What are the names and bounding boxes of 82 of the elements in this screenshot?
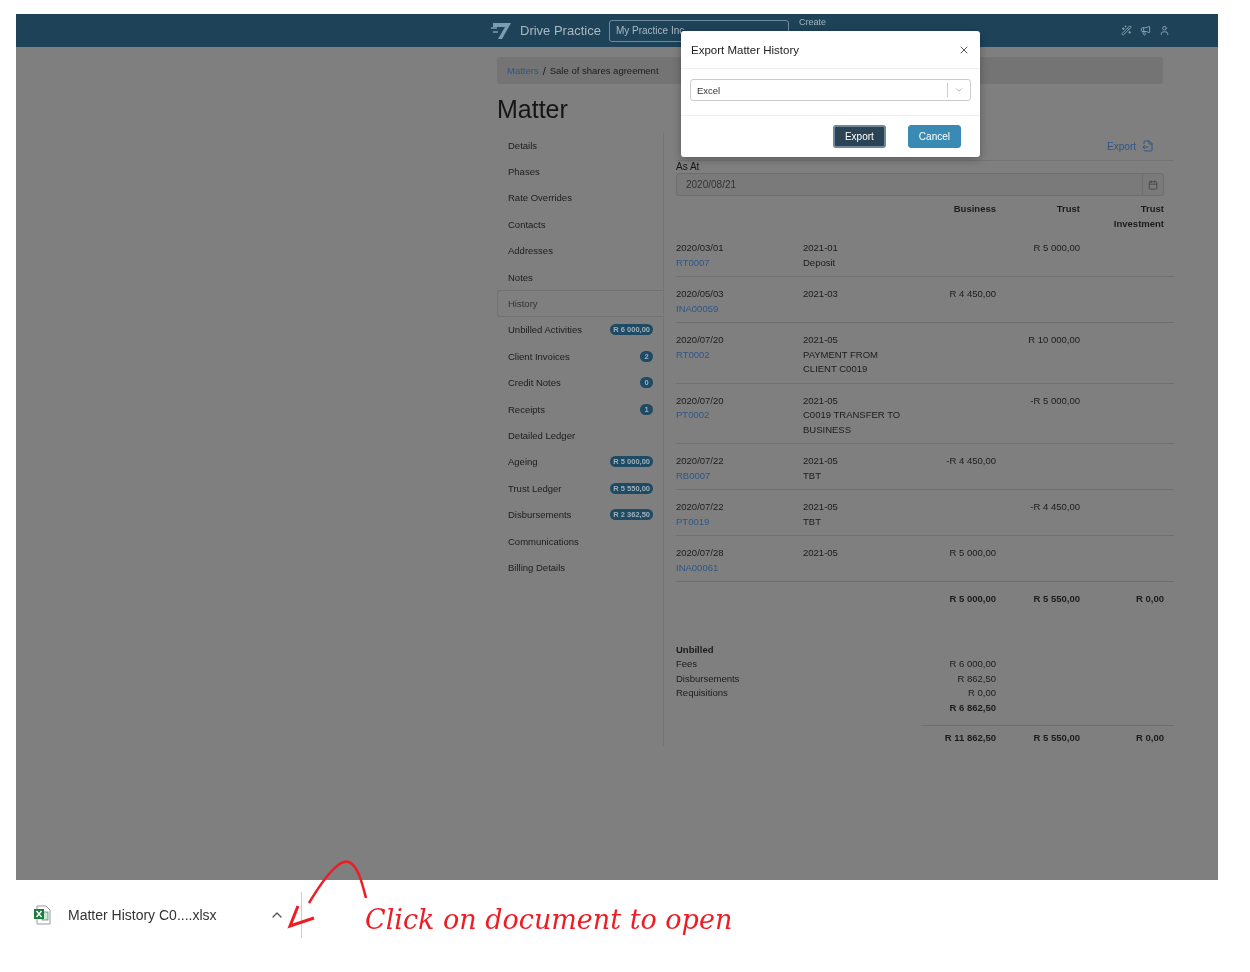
description-text: PAYMENT FROM	[803, 347, 879, 362]
period-text: 2021-03	[803, 287, 839, 301]
sidebar-item[interactable]: Communications	[497, 527, 663, 555]
date-text: 2020/07/20	[676, 333, 725, 347]
amount-text: -R 4 450,00	[1030, 501, 1080, 512]
column-header: Business	[953, 202, 996, 216]
unbilled-total: R 6 862,50	[949, 700, 996, 715]
description-text: BUSINESS	[803, 422, 853, 437]
sidebar-item[interactable]: Rate Overrides	[497, 184, 663, 212]
logo-icon	[490, 21, 512, 40]
sidebar-item-label: Credit Notes	[508, 377, 561, 389]
format-select[interactable]: Excel	[690, 79, 971, 101]
sidebar-item-label: Receipts	[508, 403, 545, 415]
excel-file-icon	[33, 905, 51, 925]
amount-text: R 4 450,00	[949, 288, 996, 299]
sidebar-item[interactable]: Notes	[497, 263, 663, 291]
export-button[interactable]: Export	[832, 125, 886, 148]
column-header: Trust Investment	[1112, 202, 1164, 231]
page-title: Matter	[497, 95, 569, 124]
total-amount: R 0,00	[1135, 592, 1164, 606]
description-text: TBT	[803, 468, 822, 483]
user-icon[interactable]	[1159, 25, 1170, 36]
sidebar-item-label: Trust Ledger	[508, 482, 562, 494]
sidebar-item[interactable]: Contacts	[497, 211, 663, 238]
description-text: C0019 TRANSFER TO	[803, 408, 902, 422]
date-text: 2020/07/22	[676, 500, 725, 514]
unbilled-label: Requisitions	[676, 686, 729, 700]
chevron-down-icon	[954, 85, 964, 95]
total-amount: R 5 550,00	[1032, 592, 1080, 606]
section-title: Unbilled	[676, 642, 715, 657]
annotation-text: Click on document to open	[365, 904, 733, 935]
grand-total-amount: R 0,00	[1135, 731, 1164, 745]
date-text: 2020/07/22	[676, 454, 725, 468]
amount-text: R 5 000,00	[1033, 242, 1080, 253]
date-text: 2020/05/03	[676, 287, 725, 301]
date-text: 2020/03/01	[676, 241, 725, 255]
column-header: Trust	[1056, 202, 1080, 216]
unbilled-amount: R 6 000,00	[949, 657, 996, 671]
period-text: 2021-05	[803, 454, 839, 468]
sidebar-item[interactable]: Phases	[497, 158, 663, 185]
grand-total-amount: R 11 862,50	[943, 731, 996, 745]
amount-text: -R 5 000,00	[1030, 394, 1080, 406]
unbilled-amount: R 0,00	[968, 686, 996, 700]
unbilled-label: Disbursements	[676, 671, 741, 686]
amount-text: R 5 000,00	[949, 547, 996, 558]
sidebar-item[interactable]: Details	[497, 132, 663, 159]
breadcrumb-separator: /	[542, 64, 546, 77]
description-text: Deposit	[803, 255, 837, 270]
period-text: 2021-05	[803, 333, 839, 347]
unbilled-label: Fees	[676, 657, 699, 671]
breadcrumb-current: Sale of shares agreement	[549, 65, 659, 76]
sidebar-item[interactable]: Billing Details	[497, 554, 663, 581]
calendar-icon	[1148, 179, 1158, 190]
download-file-name[interactable]: Matter History C0....xlsx	[68, 907, 252, 923]
grand-total-amount: R 5 550,00	[1032, 731, 1080, 745]
as-at-label: As At	[676, 161, 701, 173]
magic-wand-icon[interactable]	[1121, 25, 1132, 36]
sidebar-item-label: Unbilled Activities	[508, 324, 582, 336]
period-text: 2021-01	[803, 241, 839, 255]
period-text: 2021-05	[803, 393, 839, 408]
amount-text: R 10 000,00	[1028, 334, 1080, 345]
nav-link[interactable]: Create	[798, 17, 826, 28]
total-amount: R 5 000,00	[948, 592, 996, 606]
dialog-title: Export Matter History	[691, 43, 800, 56]
date-text: 2020/07/20	[676, 393, 725, 408]
date-text: 2020/07/28	[676, 546, 725, 560]
amount-text: -R 4 450,00	[946, 455, 996, 466]
description-text: TBT	[803, 514, 822, 529]
period-text: 2021-05	[803, 546, 839, 560]
unbilled-amount: R 862,50	[957, 671, 996, 686]
description-text: CLIENT C0019	[803, 362, 869, 376]
cancel-button[interactable]: Cancel	[907, 125, 961, 148]
megaphone-icon[interactable]	[1140, 25, 1151, 36]
brand-name[interactable]: Drive Practice	[520, 23, 601, 38]
sidebar-item[interactable]: Addresses	[497, 237, 663, 264]
period-text: 2021-05	[803, 500, 839, 514]
sidebar-item[interactable]: Detailed Ledger	[497, 422, 663, 449]
sidebar-item[interactable]: History	[497, 290, 663, 317]
date-field[interactable]: 2020/08/21	[676, 173, 1164, 196]
sidebar-item-label: Ageing	[508, 456, 538, 468]
sidebar-item-label: Disbursements	[508, 509, 572, 521]
sidebar-item-label: Client Invoices	[508, 350, 570, 362]
